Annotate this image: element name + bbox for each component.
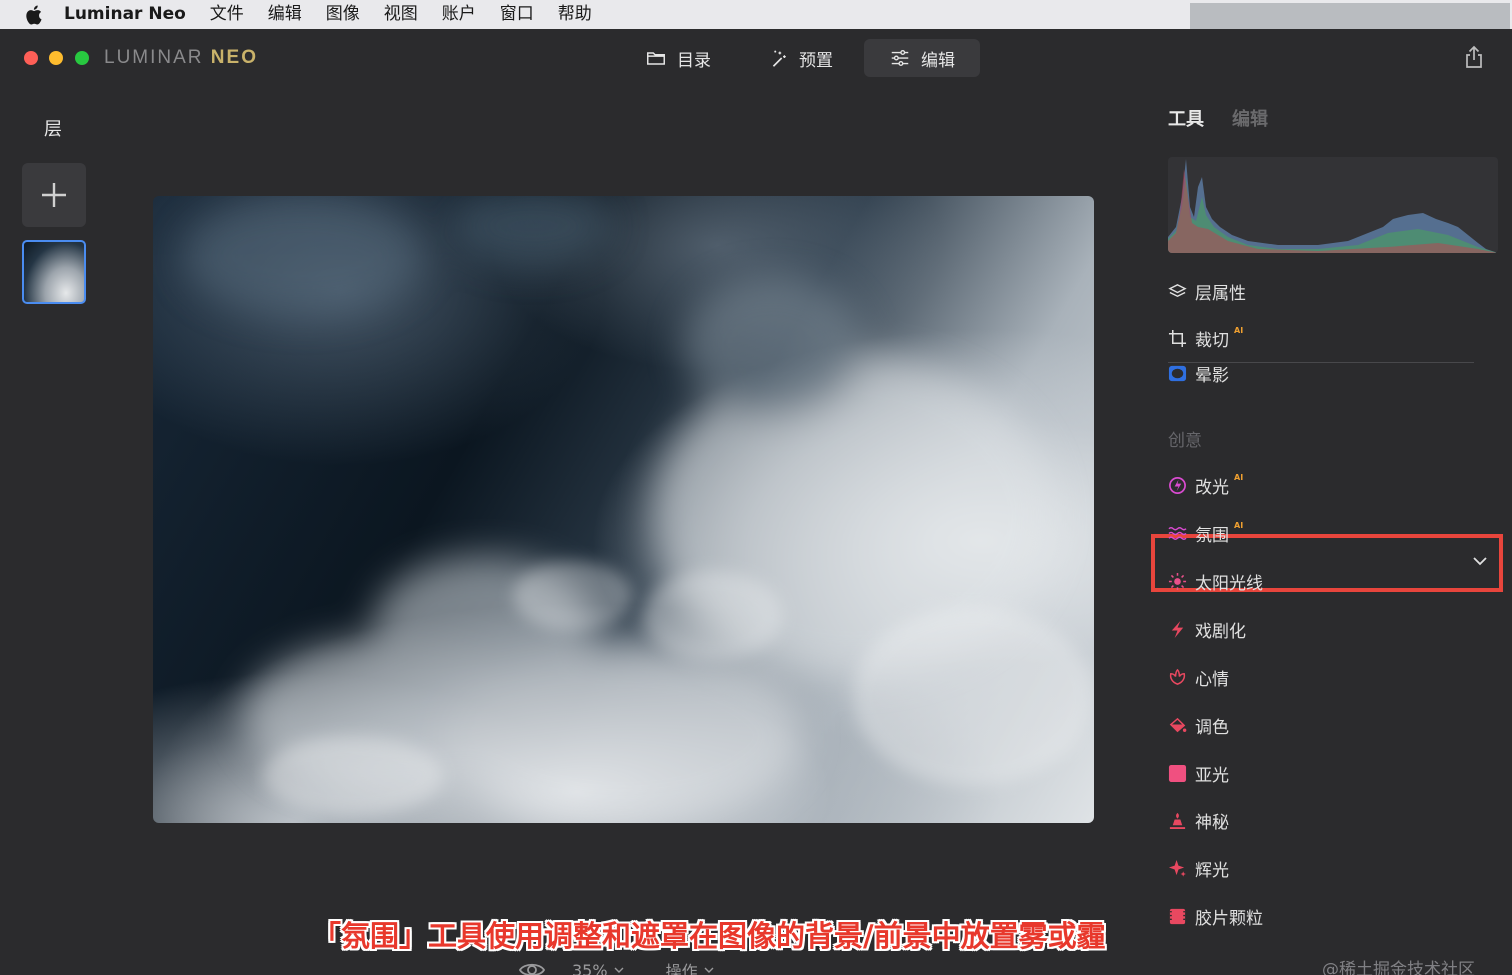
tool-label: 太阳光线 — [1195, 573, 1263, 594]
eye-icon[interactable] — [518, 960, 546, 975]
menu-image[interactable]: 图像 — [326, 0, 360, 29]
relight-icon — [1168, 476, 1187, 495]
crop-icon — [1168, 329, 1187, 348]
logo-text: LUMINAR — [104, 47, 204, 68]
main-nav-tabs: 目录 预置 编辑 — [620, 39, 980, 77]
menu-app-name[interactable]: Luminar Neo — [64, 0, 186, 29]
logo-neo-text: NEO — [210, 47, 258, 68]
tab-tools[interactable]: 工具 — [1168, 105, 1204, 131]
tool-toning[interactable]: 调色 — [1168, 712, 1229, 738]
tool-mystical[interactable]: 神秘 — [1168, 807, 1229, 833]
chevron-down-icon — [704, 967, 714, 973]
tool-label: 裁切 — [1195, 330, 1229, 351]
tool-label: 胶片颗粒 — [1195, 908, 1263, 929]
glow-icon — [1168, 859, 1187, 878]
watermark: @稀土掘金技术社区 — [1322, 960, 1475, 975]
add-layer-button[interactable] — [22, 163, 86, 227]
toning-icon — [1168, 716, 1187, 735]
tool-label: 亚光 — [1195, 765, 1229, 786]
tab-presets[interactable]: 预置 — [742, 39, 858, 77]
vignette-icon — [1168, 364, 1187, 383]
app-logo: LUMINAR NEO — [104, 47, 258, 69]
tool-atmosphere[interactable]: 氛围 AI — [1168, 520, 1243, 546]
tool-label: 调色 — [1195, 717, 1229, 738]
menu-window[interactable]: 窗口 — [500, 0, 534, 29]
photo-canvas[interactable] — [153, 196, 1094, 823]
sun-rays-icon — [1168, 572, 1187, 591]
film-grain-icon — [1168, 907, 1187, 926]
tool-label: 辉光 — [1195, 860, 1229, 881]
menu-account[interactable]: 账户 — [442, 0, 476, 29]
apple-icon[interactable] — [24, 4, 46, 26]
menu-help[interactable]: 帮助 — [558, 0, 592, 29]
menu-edit[interactable]: 编辑 — [268, 0, 302, 29]
layers-icon — [1168, 282, 1187, 301]
tool-relight[interactable]: 改光 AI — [1168, 472, 1243, 498]
layers-title: 层 — [44, 119, 62, 140]
caption-annotation: 「氛围」工具使用调整和遮罩在图像的背景/前景中放置雾或霾 — [312, 919, 1106, 953]
tab-edits[interactable]: 编辑 — [1232, 105, 1268, 131]
tool-label: 层属性 — [1195, 283, 1246, 304]
share-icon[interactable] — [1463, 45, 1485, 69]
magic-wand-icon — [772, 50, 786, 67]
tab-catalog-label: 目录 — [677, 50, 711, 71]
section-creative: 创意 — [1168, 431, 1202, 451]
layer-thumbnail[interactable] — [22, 240, 86, 304]
tool-label: 改光 — [1195, 477, 1229, 498]
plus-icon — [42, 183, 66, 207]
histogram — [1168, 157, 1498, 253]
tab-catalog[interactable]: 目录 — [620, 39, 736, 77]
tool-label: 心情 — [1195, 669, 1229, 690]
ai-badge: AI — [1234, 521, 1244, 530]
tool-sun-rays[interactable]: 太阳光线 — [1168, 568, 1263, 594]
actions-label: 操作 — [665, 962, 698, 975]
matte-icon — [1168, 764, 1187, 783]
chevron-down-icon[interactable] — [1472, 555, 1488, 567]
tool-label: 神秘 — [1195, 812, 1229, 833]
menubar-status-area — [1190, 3, 1510, 29]
tool-matte[interactable]: 亚光 — [1168, 760, 1229, 786]
tool-mood[interactable]: 心情 — [1168, 664, 1229, 690]
zoom-value: 35% — [572, 960, 608, 975]
minimize-window-button[interactable] — [49, 51, 63, 65]
atmosphere-icon — [1168, 524, 1187, 543]
tool-label: 晕影 — [1195, 365, 1229, 386]
smoke-texture — [183, 196, 1093, 823]
ai-badge: AI — [1234, 473, 1244, 482]
tool-label: 氛围 — [1195, 525, 1229, 546]
mood-icon — [1168, 668, 1187, 687]
tab-presets-label: 预置 — [799, 50, 833, 71]
menu-file[interactable]: 文件 — [210, 0, 244, 29]
zoom-window-button[interactable] — [75, 51, 89, 65]
canvas-bottom-bar: 35% 操作 — [518, 958, 714, 975]
histogram-graph — [1168, 159, 1498, 253]
tool-label: 戏剧化 — [1195, 621, 1246, 642]
tool-drama[interactable]: 戏剧化 — [1168, 616, 1246, 642]
tool-film-grain[interactable]: 胶片颗粒 — [1168, 903, 1263, 929]
close-window-button[interactable] — [24, 51, 38, 65]
tool-vignette[interactable]: 晕影 — [1168, 360, 1229, 386]
tab-edit[interactable]: 编辑 — [864, 39, 980, 77]
actions-dropdown[interactable]: 操作 — [666, 958, 714, 975]
right-panel-tabs: 工具 编辑 — [1168, 105, 1268, 131]
drama-icon — [1168, 620, 1187, 639]
zoom-dropdown[interactable]: 35% — [572, 961, 624, 975]
menu-bar: Luminar Neo 文件 编辑 图像 视图 账户 窗口 帮助 — [0, 0, 1512, 29]
app-window: LUMINAR NEO 目录 预置 编辑 层 「氛围」工具使用调整和遮罩在图像的… — [0, 29, 1512, 975]
tool-layer-properties[interactable]: 层属性 — [1168, 278, 1246, 304]
ai-badge: AI — [1234, 326, 1244, 335]
sliders-icon — [891, 49, 909, 67]
menu-view[interactable]: 视图 — [384, 0, 418, 29]
tool-glow[interactable]: 辉光 — [1168, 855, 1229, 881]
mystical-icon — [1168, 811, 1187, 830]
folder-icon — [647, 52, 665, 65]
chevron-down-icon — [614, 967, 624, 973]
tool-crop[interactable]: 裁切 AI — [1168, 325, 1243, 351]
tab-edit-label: 编辑 — [921, 50, 955, 71]
